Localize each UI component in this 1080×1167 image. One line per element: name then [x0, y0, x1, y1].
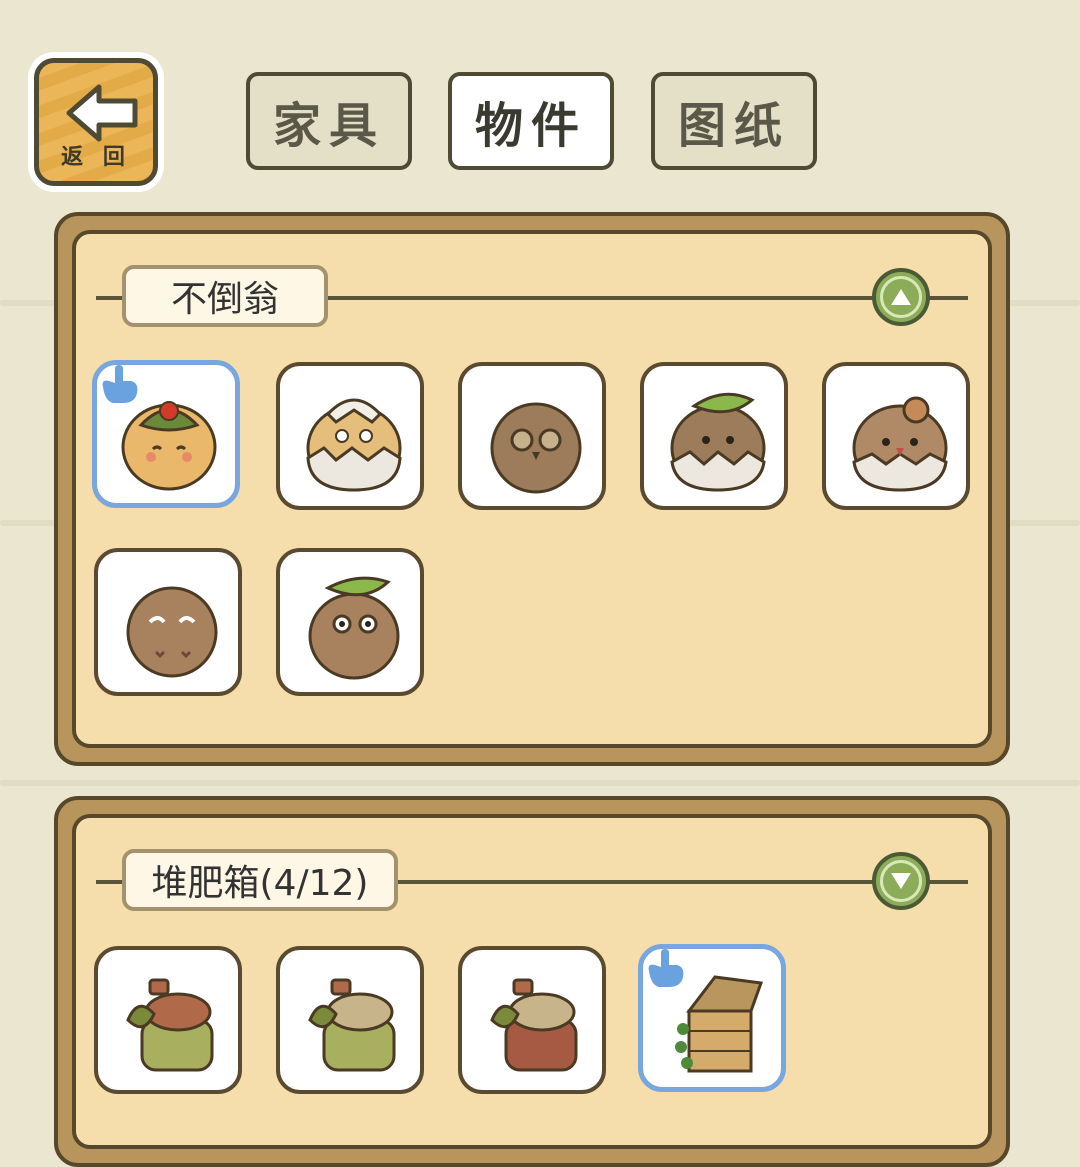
collapse-button[interactable]	[872, 268, 930, 326]
tab-furniture[interactable]: 家具	[246, 72, 412, 170]
compost-stump-brown-icon	[126, 978, 214, 1072]
tumbler-leaf-wide-eyes-icon	[308, 576, 400, 680]
item-tumbler-plain[interactable]	[94, 548, 242, 696]
item-compost-stump-brown[interactable]	[94, 946, 242, 1094]
item-tumbler-berry-leaf[interactable]	[92, 360, 240, 508]
item-compost-stump-red[interactable]	[458, 946, 606, 1094]
tumbler-flower-hat-icon	[306, 398, 402, 492]
section-title-tumbler: 不倒翁	[122, 265, 328, 327]
back-button-face: 返 回	[34, 58, 158, 186]
chevron-up-icon	[891, 289, 911, 305]
item-compost-crate[interactable]	[638, 944, 786, 1092]
tab-blueprints-label: 图纸	[677, 98, 790, 154]
pointer-hand-icon	[102, 365, 138, 403]
item-tumbler-owl[interactable]	[458, 362, 606, 510]
item-tumbler-leaf-wide-eyes[interactable]	[276, 548, 424, 696]
item-tumbler-flower-hat[interactable]	[276, 362, 424, 510]
pointer-hand-icon	[648, 949, 684, 987]
back-label: 返 回	[61, 145, 131, 170]
tumbler-mushroom-eggshell-icon	[852, 396, 948, 492]
tumbler-leaf-eggshell-icon	[670, 392, 766, 492]
back-button[interactable]: 返 回	[28, 52, 164, 192]
chevron-down-icon	[891, 873, 911, 889]
compost-stump-green-icon	[308, 978, 396, 1072]
expand-button[interactable]	[872, 852, 930, 910]
tumbler-owl-icon	[490, 402, 582, 494]
left-arrow-icon	[66, 84, 138, 142]
tab-furniture-label: 家具	[272, 98, 385, 154]
item-tumbler-mushroom-eggshell[interactable]	[822, 362, 970, 510]
compost-stump-red-icon	[490, 978, 578, 1072]
item-compost-stump-green[interactable]	[276, 946, 424, 1094]
tumbler-plain-icon	[126, 586, 218, 678]
tab-blueprints[interactable]: 图纸	[651, 72, 817, 170]
background-stripe	[0, 780, 1080, 786]
section-title-compost: 堆肥箱(4/12)	[122, 849, 398, 911]
item-tumbler-leaf-eggshell[interactable]	[640, 362, 788, 510]
tab-items[interactable]: 物件	[448, 72, 614, 170]
tab-items-label: 物件	[474, 98, 587, 154]
